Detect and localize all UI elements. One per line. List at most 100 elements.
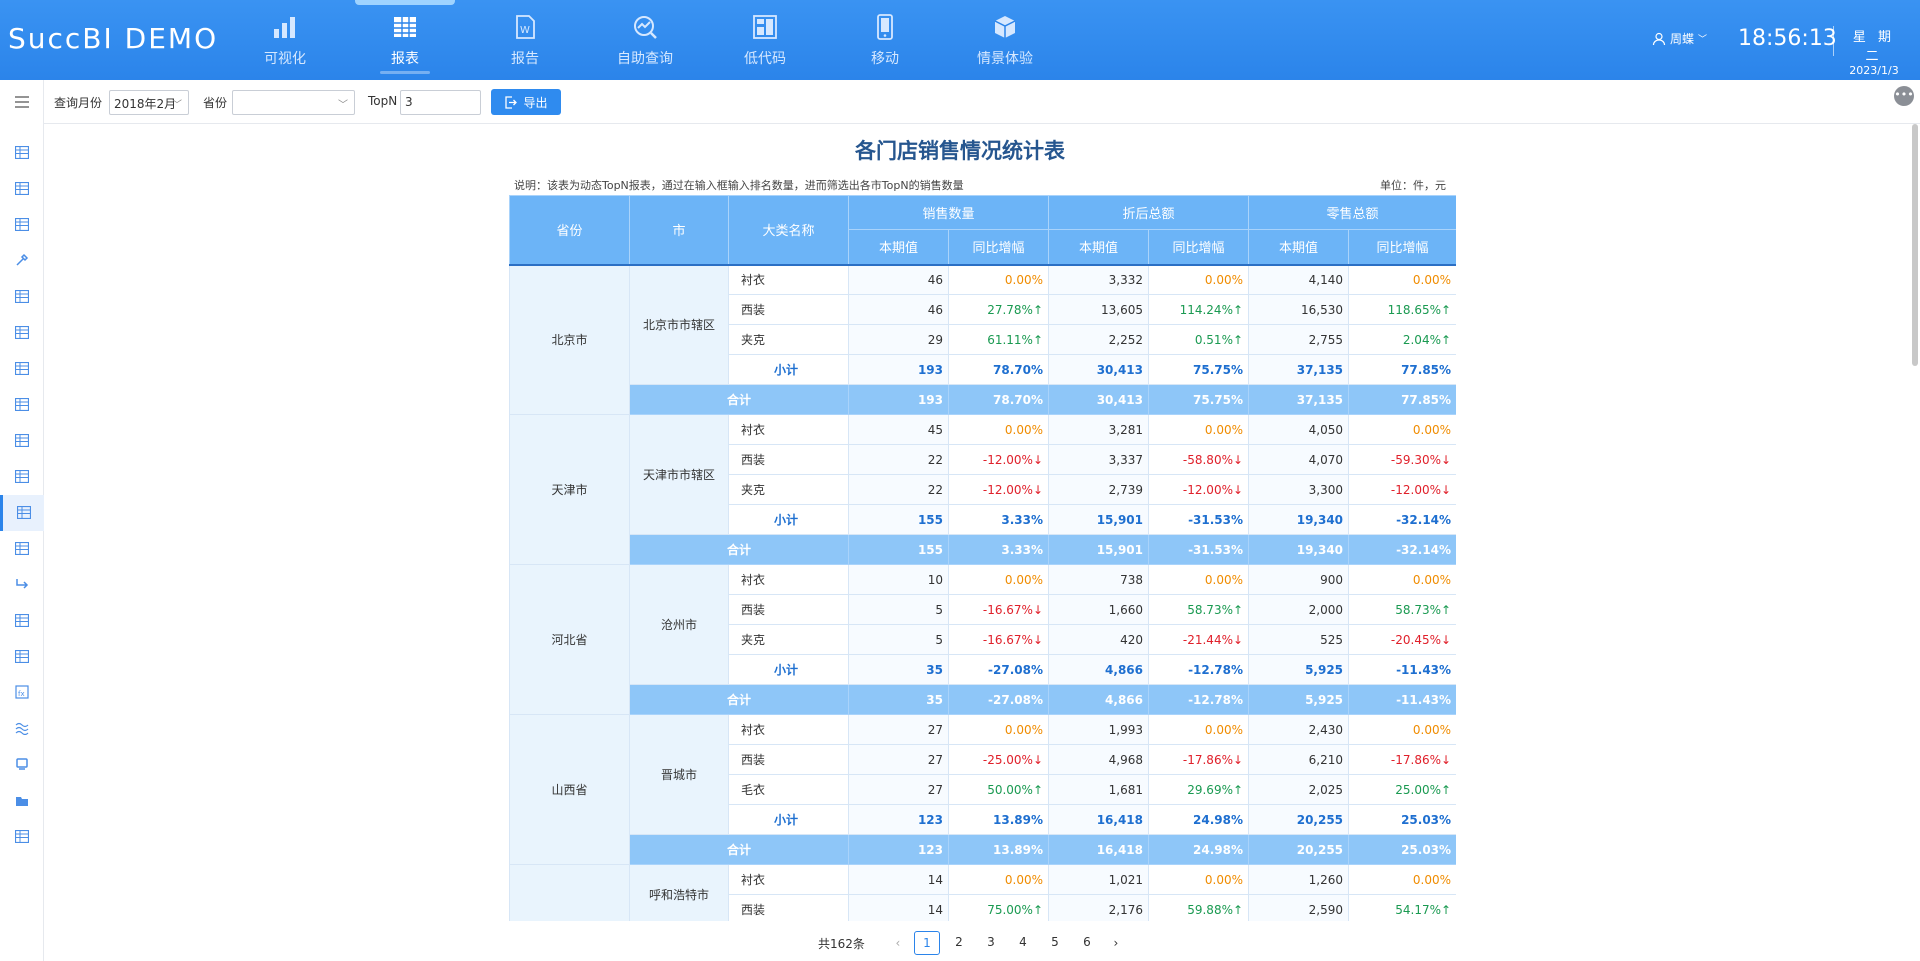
total-value: -31.53% [1148, 534, 1250, 565]
table-row: 呼和浩特市 衬衣 14 0.00% 1,021 0.00% 1,260 0.00% [509, 864, 1456, 921]
sidebar-item-table-icon[interactable] [0, 459, 44, 495]
sidebar-item-table-icon[interactable] [0, 495, 44, 531]
page-button[interactable]: 1 [913, 931, 940, 955]
header-current: 本期值 [1048, 229, 1150, 265]
subtotal-value: 13.89% [947, 804, 1050, 835]
value-cell: 0.00% [947, 264, 1050, 295]
nav-item-4[interactable]: 低代码 [705, 0, 825, 80]
chevron-down-icon: ﹀ [172, 100, 182, 111]
value-cell: 3,337 [1048, 444, 1150, 475]
value-cell: 0.00% [1348, 414, 1456, 445]
value-cell: 420 [1048, 624, 1150, 655]
nav-label: 自助查询 [617, 51, 673, 67]
nav-label: 移动 [871, 51, 899, 67]
value-cell: 4,140 [1248, 264, 1350, 295]
sidebar-item-device-icon[interactable] [0, 747, 44, 783]
category-cell: 西装 [728, 894, 849, 921]
subtotal-value: 155 [848, 504, 949, 535]
header-retail: 零售总额 [1248, 195, 1456, 230]
nav-item-0[interactable]: 可视化 [225, 0, 345, 80]
value-cell: -17.86%↓ [1348, 744, 1456, 775]
report-table-container[interactable]: 省份 市 大类名称 销售数量 折后总额 零售总额 本期值 同比增幅 本期值 同比… [509, 195, 1456, 921]
formula-icon: fx [15, 684, 29, 703]
value-cell: 2,430 [1248, 714, 1350, 745]
page-button[interactable]: 6 [1074, 931, 1100, 955]
subtotal-value: -31.53% [1148, 504, 1250, 535]
sidebar-item-table-icon[interactable] [0, 315, 44, 351]
sidebar-item-form-icon[interactable] [0, 531, 44, 567]
value-cell: 2,739 [1048, 474, 1150, 505]
sidebar-item-table-icon[interactable] [0, 351, 44, 387]
month-select[interactable]: 2018年2月 ﹀ [109, 90, 189, 115]
table-row: 山西省 晋城市 衬衣 27 0.00% 1,993 0.00% 2,430 0.00% [509, 714, 1456, 865]
total-value: -12.78% [1148, 684, 1250, 715]
subtotal-value: 5,925 [1248, 654, 1350, 685]
value-cell: 3,300 [1248, 474, 1350, 505]
app-logo[interactable]: SuccBI DEMO [8, 22, 218, 55]
total-value: -32.14% [1348, 534, 1456, 565]
page-button[interactable]: 4 [1010, 931, 1036, 955]
category-cell: 西装 [728, 744, 849, 775]
nav-item-6[interactable]: 情景体验 [945, 0, 1065, 80]
subtotal-value: 75.75% [1148, 354, 1250, 385]
sidebar-item-wave-icon[interactable] [0, 711, 44, 747]
value-cell: 2,000 [1248, 594, 1350, 625]
sidebar-item-menu-icon[interactable] [0, 84, 44, 120]
sidebar-item-flow-icon[interactable] [0, 567, 44, 603]
province-select[interactable]: ﹀ [232, 90, 355, 115]
pagination: 共162条 ‹ 1 2 3 4 5 6 › [818, 930, 1129, 956]
category-cell: 西装 [728, 594, 849, 625]
value-cell: -21.44%↓ [1148, 624, 1250, 655]
header-current: 本期值 [1248, 229, 1350, 265]
chevron-down-icon: ﹀ [338, 100, 348, 111]
sidebar-item-table-icon[interactable] [0, 387, 44, 423]
sidebar-item-doc-icon[interactable] [0, 819, 44, 855]
category-cell: 衬衣 [728, 564, 849, 595]
nav-item-2[interactable]: W 报告 [465, 0, 585, 80]
page-scrollbar[interactable] [1912, 124, 1918, 366]
report-table: 省份 市 大类名称 销售数量 折后总额 零售总额 本期值 同比增幅 本期值 同比… [509, 195, 1456, 921]
sidebar-item-excel-icon[interactable] [0, 207, 44, 243]
value-cell: 27 [848, 744, 949, 775]
page-button[interactable]: 5 [1042, 931, 1068, 955]
sidebar: fx [0, 80, 44, 961]
more-options-icon[interactable]: ••• [1894, 86, 1914, 106]
topn-input[interactable]: 3 [400, 90, 481, 115]
value-cell: 58.73%↑ [1148, 594, 1250, 625]
sidebar-item-table-icon[interactable] [0, 171, 44, 207]
sidebar-item-formula-icon[interactable]: fx [0, 675, 44, 711]
topn-value: 3 [405, 95, 413, 109]
prev-page-icon[interactable]: ‹ [885, 936, 911, 950]
nav-item-5[interactable]: 移动 [825, 0, 945, 80]
page-button[interactable]: 2 [946, 931, 972, 955]
value-cell: -59.30%↓ [1348, 444, 1456, 475]
sidebar-item-table-icon[interactable] [0, 603, 44, 639]
nav-item-1[interactable]: 报表 [345, 0, 465, 80]
export-button[interactable]: 导出 [491, 89, 561, 115]
sidebar-item-calendar-table-icon[interactable] [0, 279, 44, 315]
value-cell: 1,681 [1048, 774, 1150, 805]
nav-label: 情景体验 [977, 51, 1033, 67]
weekday: 星 期 二 [1852, 30, 1896, 64]
sidebar-item-grid-table-icon[interactable] [0, 639, 44, 675]
sidebar-item-folder-icon[interactable] [0, 783, 44, 819]
page-button[interactable]: 3 [978, 931, 1004, 955]
subtotal-value: 3.33% [947, 504, 1050, 535]
subtotal-value: 25.03% [1348, 804, 1456, 835]
value-cell: 14 [848, 894, 949, 921]
value-cell: 58.73%↑ [1348, 594, 1456, 625]
nav-item-3[interactable]: 自助查询 [585, 0, 705, 80]
total-value: 19,340 [1248, 534, 1350, 565]
total-value: 78.70% [947, 384, 1050, 415]
header-qty: 销售数量 [847, 195, 1050, 230]
next-page-icon[interactable]: › [1103, 936, 1129, 950]
value-cell: 4,050 [1248, 414, 1350, 445]
subtotal-value: 15,901 [1048, 504, 1150, 535]
total-value: 30,413 [1048, 384, 1150, 415]
subtotal-value: 20,255 [1248, 804, 1350, 835]
sidebar-item-table-icon[interactable] [0, 423, 44, 459]
sidebar-item-tools-icon[interactable] [0, 243, 44, 279]
report-unit: 单位：件，元 [1380, 179, 1446, 192]
user-menu[interactable]: 周蝶 ﹀ [1652, 30, 1707, 47]
table-row: 河北省 沧州市 衬衣 10 0.00% 738 0.00% 900 0.00% [509, 564, 1456, 715]
